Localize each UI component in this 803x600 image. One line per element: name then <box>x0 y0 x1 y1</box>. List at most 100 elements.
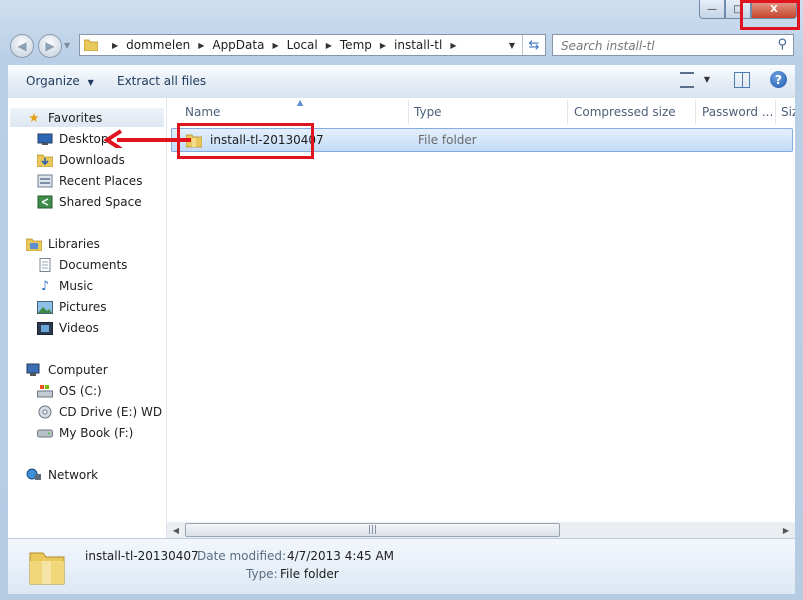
column-header-size[interactable]: Siz <box>776 100 795 124</box>
scroll-right-icon[interactable]: ▶ <box>778 523 794 537</box>
minimize-button[interactable]: — <box>699 0 725 19</box>
nav-label: Recent Places <box>59 174 143 188</box>
recent-places-icon <box>37 174 53 188</box>
nav-label: My Book (F:) <box>59 426 134 440</box>
nav-label: OS (C:) <box>59 384 102 398</box>
documents-icon <box>37 258 53 272</box>
external-drive-icon <box>37 426 53 440</box>
column-label: Name <box>185 105 221 119</box>
videos-icon <box>37 321 53 335</box>
nav-label: Documents <box>59 258 128 272</box>
column-header-password[interactable]: Password ... <box>696 100 776 124</box>
folder-large-icon <box>29 552 65 585</box>
nav-label: Libraries <box>48 237 100 251</box>
forward-button[interactable]: ▶ <box>38 34 62 58</box>
column-label: Siz <box>781 105 795 119</box>
nav-label: Music <box>59 279 94 293</box>
file-type: File folder <box>418 133 477 147</box>
address-bar[interactable]: ▶ dommelen ▶ AppData ▶ Local ▶ Temp ▶ in… <box>79 34 546 56</box>
extract-all-button[interactable]: Extract all files <box>117 74 206 88</box>
nav-videos[interactable]: Videos <box>37 318 99 338</box>
breadcrumb-arrow-icon[interactable]: ▶ <box>198 41 204 50</box>
nav-label: Pictures <box>59 300 107 314</box>
breadcrumb-item[interactable]: Temp <box>340 38 372 52</box>
libraries-icon <box>26 237 42 251</box>
title-bar: — □ X <box>0 0 803 30</box>
breadcrumb-arrow-icon[interactable]: ▶ <box>380 41 386 50</box>
nav-pictures[interactable]: Pictures <box>37 297 107 317</box>
breadcrumb-arrow-icon[interactable]: ▶ <box>112 41 118 50</box>
organize-label: Organize <box>26 74 80 88</box>
navigation-row: ◀ ▶ ▼ ▶ dommelen ▶ AppData ▶ Local ▶ Tem… <box>0 32 803 60</box>
command-bar: Organize ▼ Extract all files ▼ ? <box>8 65 795 99</box>
view-options-chevron-icon[interactable]: ▼ <box>704 75 710 84</box>
column-label: Password ... <box>702 105 774 119</box>
nav-drive-c[interactable]: OS (C:) <box>37 381 102 401</box>
recent-pages-chevron-icon[interactable]: ▼ <box>64 41 70 50</box>
nav-label: Desktop <box>59 132 109 146</box>
nav-label: Downloads <box>59 153 125 167</box>
details-modified-value: 4/7/2013 4:45 AM <box>287 549 395 563</box>
nav-favorites[interactable]: ★ Favorites <box>26 108 102 128</box>
nav-drive-e[interactable]: CD Drive (E:) WD Sm <box>37 402 166 422</box>
nav-music[interactable]: ♪ Music <box>37 276 93 296</box>
nav-recent-places[interactable]: Recent Places <box>37 171 142 191</box>
nav-label: Favorites <box>48 111 103 125</box>
nav-documents[interactable]: Documents <box>37 255 127 275</box>
forward-arrow-icon: ▶ <box>45 39 55 53</box>
nav-network[interactable]: Network <box>26 465 98 485</box>
nav-shared-space[interactable]: Shared Space <box>37 192 142 212</box>
back-button[interactable]: ◀ <box>10 34 34 58</box>
back-arrow-icon: ◀ <box>17 39 27 53</box>
sort-ascending-icon: ▲ <box>297 100 304 107</box>
folder-icon <box>84 39 98 51</box>
organize-menu[interactable]: Organize ▼ <box>26 74 94 88</box>
nav-label: Network <box>48 468 99 482</box>
system-drive-icon <box>37 384 53 398</box>
shared-space-icon <box>37 195 53 209</box>
change-view-icon[interactable] <box>679 71 694 88</box>
breadcrumb-item[interactable]: install-tl <box>394 38 442 52</box>
breadcrumb-arrow-icon[interactable]: ▶ <box>450 41 456 50</box>
address-dropdown-icon[interactable]: ▼ <box>503 35 521 55</box>
computer-icon <box>26 363 42 377</box>
column-header-compressed-size[interactable]: Compressed size <box>568 100 696 124</box>
cd-drive-icon <box>37 405 53 419</box>
close-highlight-box <box>740 0 800 30</box>
column-label: Type <box>414 105 442 119</box>
search-box[interactable]: ⚲ <box>552 34 794 56</box>
nav-computer[interactable]: Computer <box>26 360 108 380</box>
details-file-name: install-tl-20130407 <box>85 549 199 563</box>
search-icon[interactable]: ⚲ <box>777 37 787 52</box>
help-icon[interactable]: ? <box>770 71 787 88</box>
pictures-icon <box>37 300 53 314</box>
nav-drive-f[interactable]: My Book (F:) <box>37 423 133 443</box>
nav-downloads[interactable]: Downloads <box>37 150 125 170</box>
details-type-label: Type: <box>246 567 278 581</box>
details-pane: install-tl-20130407 Date modified: 4/7/2… <box>8 538 795 594</box>
music-note-icon: ♪ <box>40 278 50 294</box>
desktop-icon <box>37 132 53 146</box>
details-modified-label: Date modified: <box>197 549 287 563</box>
navigation-pane: ★ Favorites Desktop Downloads Recent Pla… <box>8 98 167 538</box>
scrollbar-thumb[interactable]: ||| <box>185 523 560 537</box>
breadcrumb-item[interactable]: Local <box>287 38 318 52</box>
breadcrumb-item[interactable]: AppData <box>212 38 264 52</box>
breadcrumb-arrow-icon[interactable]: ▶ <box>272 41 278 50</box>
horizontal-scrollbar[interactable]: ◀ ||| ▶ <box>167 522 795 539</box>
refresh-icon[interactable]: ⇆ <box>522 35 545 55</box>
search-input[interactable] <box>559 36 763 56</box>
column-header-name[interactable]: ▲ Name <box>179 100 409 124</box>
preview-pane-icon[interactable] <box>734 71 750 88</box>
downloads-folder-icon <box>37 153 53 167</box>
column-header-type[interactable]: Type <box>408 100 568 124</box>
details-type-value: File folder <box>280 567 339 581</box>
nav-libraries[interactable]: Libraries <box>26 234 100 254</box>
nav-desktop[interactable]: Desktop <box>37 129 109 149</box>
column-label: Compressed size <box>574 105 676 119</box>
breadcrumb-arrow-icon[interactable]: ▶ <box>326 41 332 50</box>
scroll-left-icon[interactable]: ◀ <box>168 523 184 537</box>
nav-label: Shared Space <box>59 195 142 209</box>
breadcrumb-item[interactable]: dommelen <box>126 38 190 52</box>
star-icon: ★ <box>28 110 40 126</box>
